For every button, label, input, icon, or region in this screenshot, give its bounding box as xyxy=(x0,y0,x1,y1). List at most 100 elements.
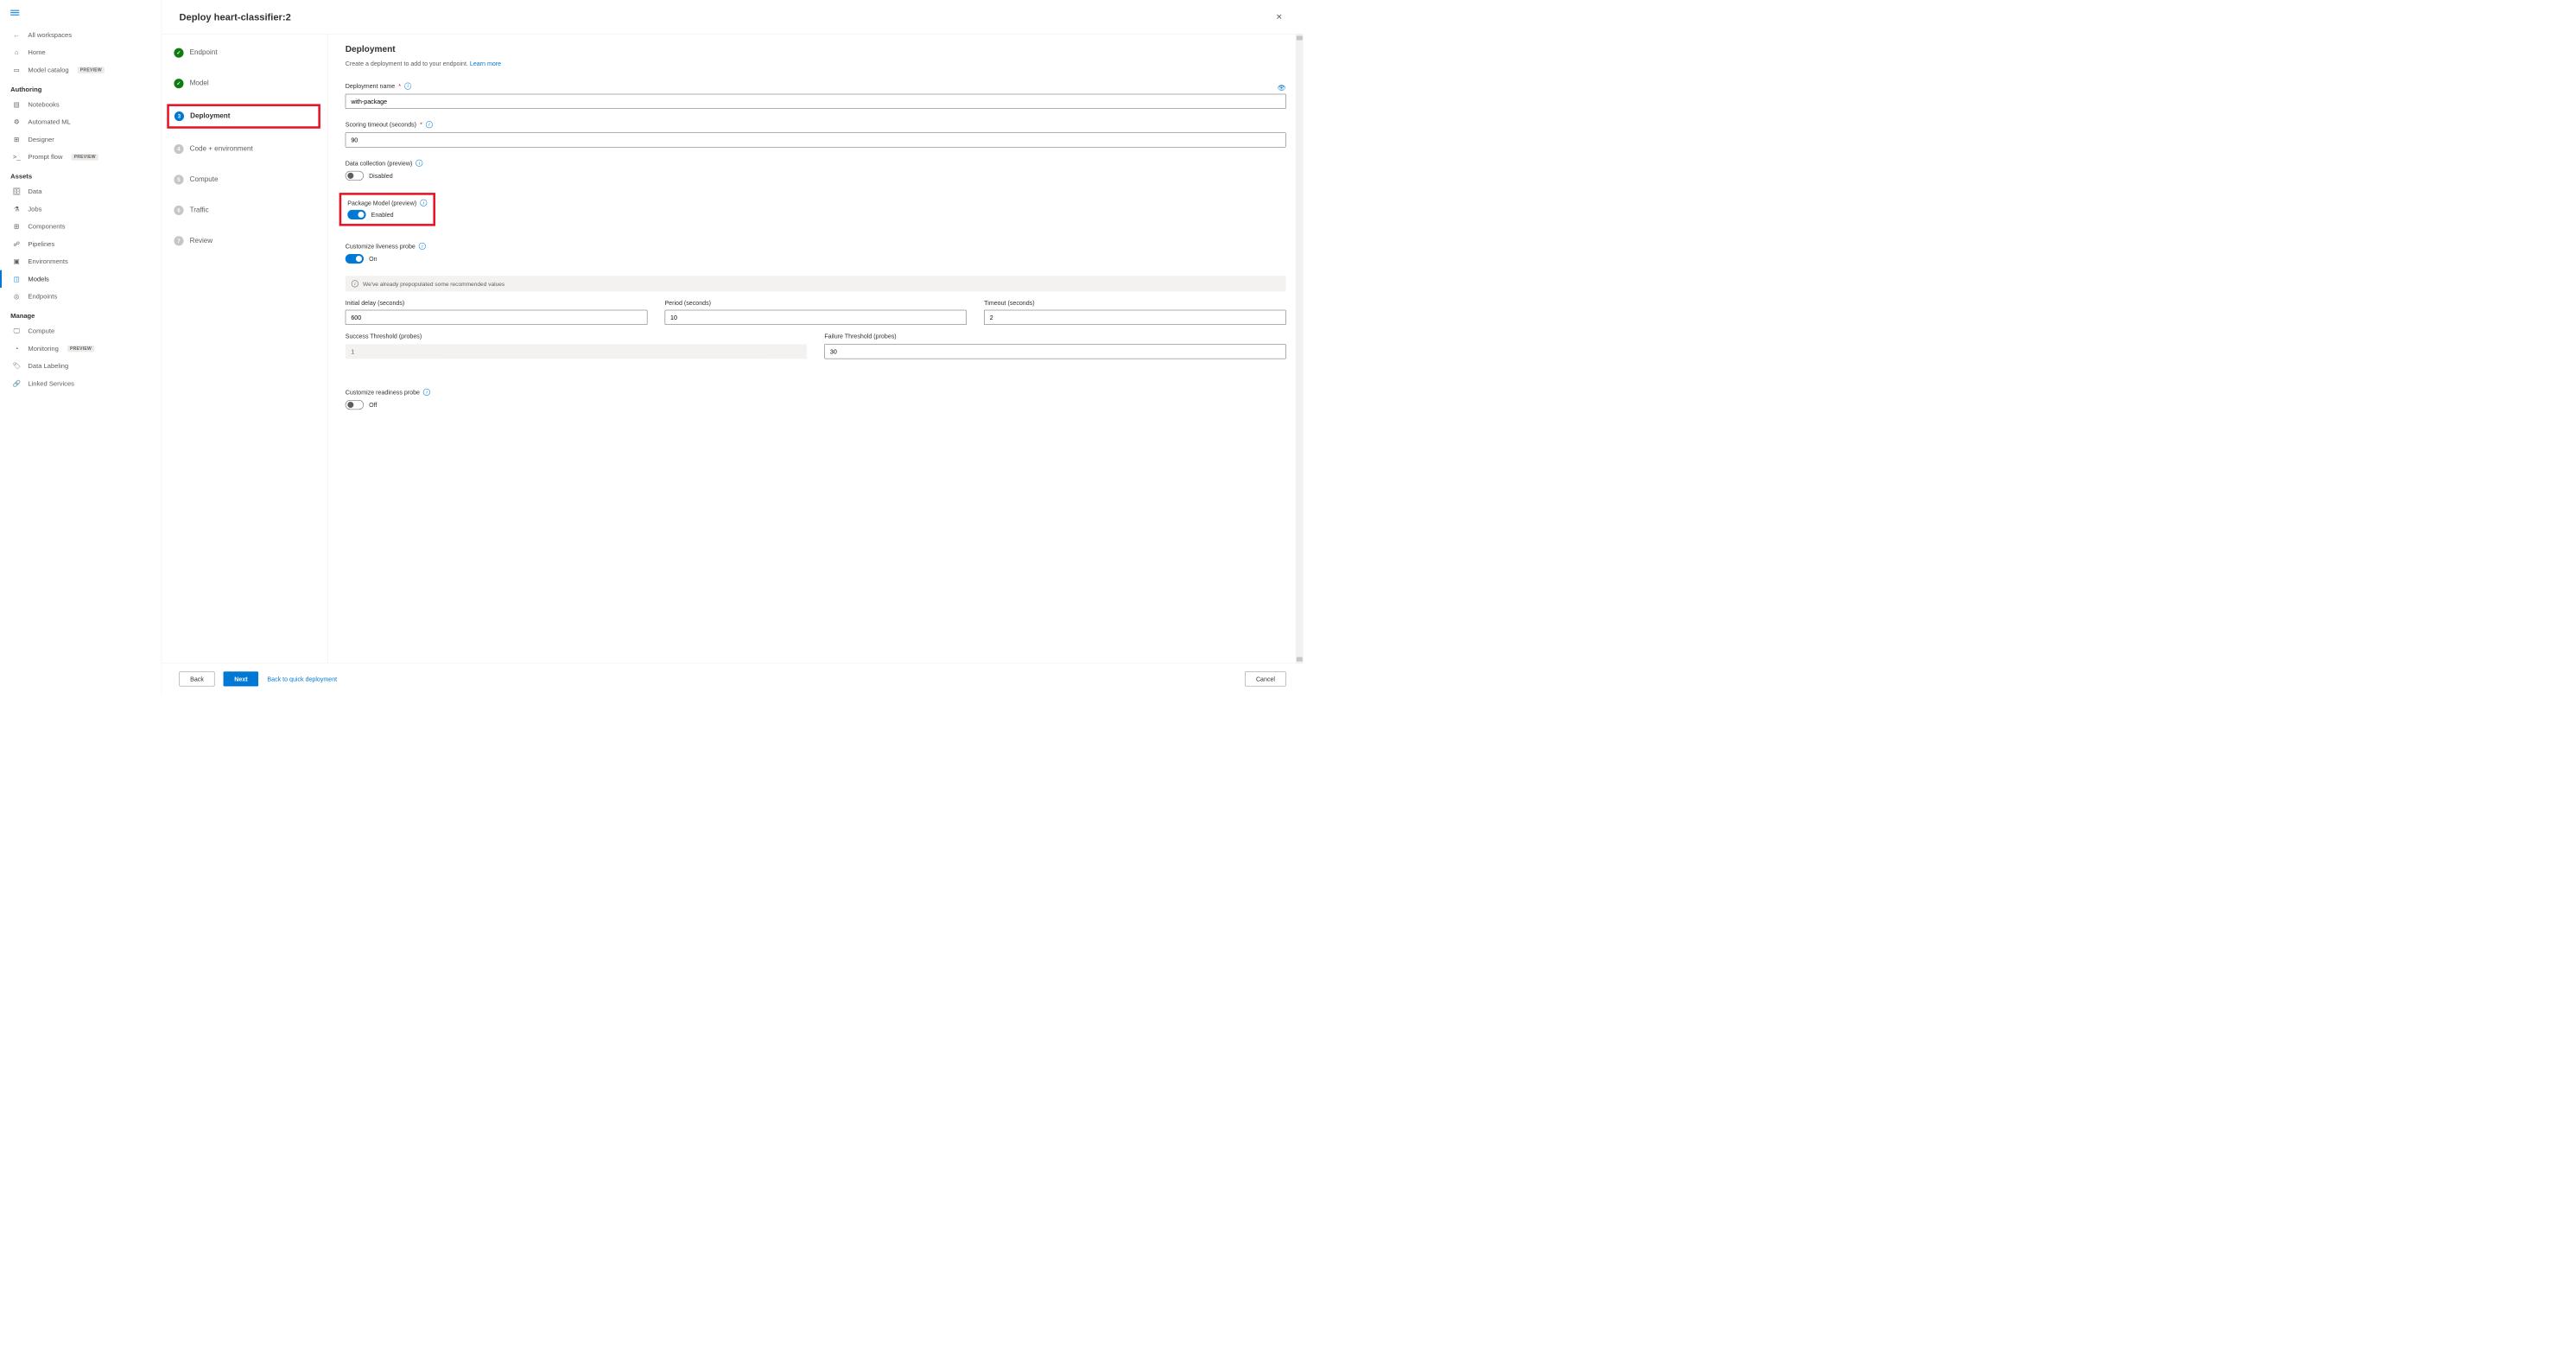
success-threshold-label: Success Threshold (probes) xyxy=(346,333,807,340)
info-icon[interactable]: i xyxy=(416,160,422,167)
sidebar-prompt-flow[interactable]: >_ Prompt flow PREVIEW xyxy=(0,149,162,166)
endpoints-icon: ◎ xyxy=(12,292,21,301)
form-area: Deployment Create a deployment to add to… xyxy=(328,34,1304,663)
readiness-toggle[interactable] xyxy=(346,400,364,410)
info-icon[interactable]: i xyxy=(420,200,427,206)
sidebar-environments[interactable]: ▣ Environments xyxy=(0,252,162,270)
initial-delay-label: Initial delay (seconds) xyxy=(346,300,647,307)
sidebar-label: Jobs xyxy=(28,206,41,213)
scoring-timeout-input[interactable] xyxy=(346,132,1286,147)
period-input[interactable] xyxy=(664,310,966,325)
sidebar-all-workspaces[interactable]: ← All workspaces xyxy=(0,26,162,43)
dialog-header: Deploy heart-classifier:2 ✕ xyxy=(162,0,1304,34)
sidebar-label: Automated ML xyxy=(28,118,70,126)
info-icon[interactable]: i xyxy=(404,83,411,90)
components-icon: ⊞ xyxy=(12,222,21,231)
step-code-environment[interactable]: 4 Code + environment xyxy=(168,141,320,157)
hamburger-menu-button[interactable] xyxy=(0,5,162,26)
step-endpoint[interactable]: ✓ Endpoint xyxy=(168,45,320,61)
environments-icon: ▣ xyxy=(12,257,21,266)
preview-badge: PREVIEW xyxy=(72,154,98,161)
form-title: Deployment xyxy=(346,45,1286,55)
back-button[interactable]: Back xyxy=(179,671,214,686)
step-number-icon: 6 xyxy=(174,206,183,215)
sidebar-label: Monitoring xyxy=(28,345,58,353)
sidebar-section-authoring: Authoring xyxy=(0,79,162,96)
visibility-toggle-icon[interactable]: 👁 xyxy=(1277,84,1285,92)
sidebar-compute[interactable]: 🖵 Compute xyxy=(0,322,162,340)
dialog-title: Deploy heart-classifier:2 xyxy=(179,11,290,22)
scrollbar[interactable] xyxy=(1296,34,1304,663)
sidebar-monitoring[interactable]: ◔ Monitoring PREVIEW xyxy=(0,340,162,357)
sidebar-label: Compute xyxy=(28,327,54,335)
sidebar-label: Designer xyxy=(28,136,54,143)
cancel-button[interactable]: Cancel xyxy=(1245,671,1285,686)
sidebar-automated-ml[interactable]: ⚙ Automated ML xyxy=(0,113,162,130)
sidebar-label: Linked Services xyxy=(28,379,74,387)
sidebar-home[interactable]: ⌂ Home xyxy=(0,44,162,61)
toggle-state-label: Off xyxy=(369,402,377,409)
step-label: Deployment xyxy=(190,112,230,120)
back-to-quick-link[interactable]: Back to quick deployment xyxy=(267,676,337,683)
sidebar-section-manage: Manage xyxy=(0,305,162,322)
close-button[interactable]: ✕ xyxy=(1272,9,1286,25)
sidebar-label: All workspaces xyxy=(28,31,72,39)
labeling-icon: 🏷 xyxy=(12,361,21,370)
step-compute[interactable]: 5 Compute xyxy=(168,171,320,187)
step-label: Review xyxy=(190,237,213,245)
sidebar-data-labeling[interactable]: 🏷 Data Labeling xyxy=(0,357,162,374)
left-sidebar: ← All workspaces ⌂ Home ▭ Model catalog … xyxy=(0,0,162,695)
sidebar-notebooks[interactable]: ▤ Notebooks xyxy=(0,96,162,113)
designer-icon: ⊞ xyxy=(12,135,21,143)
failure-threshold-input[interactable] xyxy=(824,344,1285,359)
check-icon: ✓ xyxy=(174,48,183,58)
initial-delay-input[interactable] xyxy=(346,310,647,325)
sidebar-label: Environments xyxy=(28,257,67,265)
data-collection-toggle[interactable] xyxy=(346,171,364,181)
scoring-timeout-label: Scoring timeout (seconds)* i xyxy=(346,121,1286,128)
toggle-state-label: Enabled xyxy=(371,211,394,218)
sidebar-pipelines[interactable]: ☍ Pipelines xyxy=(0,235,162,252)
notice-text: We've already prepopulated some recommen… xyxy=(363,281,504,288)
step-number-icon: 5 xyxy=(174,175,183,184)
sidebar-jobs[interactable]: ⚗ Jobs xyxy=(0,200,162,218)
sidebar-model-catalog[interactable]: ▭ Model catalog PREVIEW xyxy=(0,61,162,79)
compute-icon: 🖵 xyxy=(12,327,21,335)
step-deployment[interactable]: 3 Deployment xyxy=(169,108,319,124)
next-button[interactable]: Next xyxy=(224,671,259,686)
back-arrow-icon: ← xyxy=(12,30,21,39)
package-model-toggle[interactable] xyxy=(347,210,365,219)
success-threshold-input xyxy=(346,344,807,359)
deployment-name-label: Deployment name* i xyxy=(346,83,1271,90)
sidebar-linked-services[interactable]: 🔗 Linked Services xyxy=(0,375,162,392)
data-collection-label: Data collection (preview) i xyxy=(346,160,1286,167)
liveness-toggle[interactable] xyxy=(346,254,364,264)
sidebar-models[interactable]: ◫ Models xyxy=(0,270,162,288)
info-icon[interactable]: i xyxy=(423,389,430,396)
sidebar-label: Pipelines xyxy=(28,240,54,248)
period-label: Period (seconds) xyxy=(664,300,966,307)
sidebar-data[interactable]: 🗄 Data xyxy=(0,183,162,200)
home-icon: ⌂ xyxy=(12,48,21,57)
monitoring-icon: ◔ xyxy=(12,344,21,353)
timeout-input[interactable] xyxy=(984,310,1285,325)
step-label: Traffic xyxy=(190,206,209,214)
hamburger-icon xyxy=(10,9,19,16)
step-number-icon: 4 xyxy=(174,144,183,154)
catalog-icon: ▭ xyxy=(12,66,21,74)
step-label: Compute xyxy=(190,175,219,183)
highlighted-package-model-box: Package Model (preview) i Enabled xyxy=(339,193,435,225)
data-icon: 🗄 xyxy=(12,187,21,196)
sidebar-components[interactable]: ⊞ Components xyxy=(0,218,162,235)
step-model[interactable]: ✓ Model xyxy=(168,75,320,92)
sidebar-designer[interactable]: ⊞ Designer xyxy=(0,130,162,148)
learn-more-link[interactable]: Learn more xyxy=(470,60,501,67)
jobs-icon: ⚗ xyxy=(12,205,21,213)
pipelines-icon: ☍ xyxy=(12,239,21,248)
step-review[interactable]: 7 Review xyxy=(168,232,320,249)
info-icon[interactable]: i xyxy=(419,243,426,250)
info-icon[interactable]: i xyxy=(426,121,433,128)
deployment-name-input[interactable] xyxy=(346,94,1286,109)
step-traffic[interactable]: 6 Traffic xyxy=(168,202,320,219)
sidebar-endpoints[interactable]: ◎ Endpoints xyxy=(0,288,162,305)
